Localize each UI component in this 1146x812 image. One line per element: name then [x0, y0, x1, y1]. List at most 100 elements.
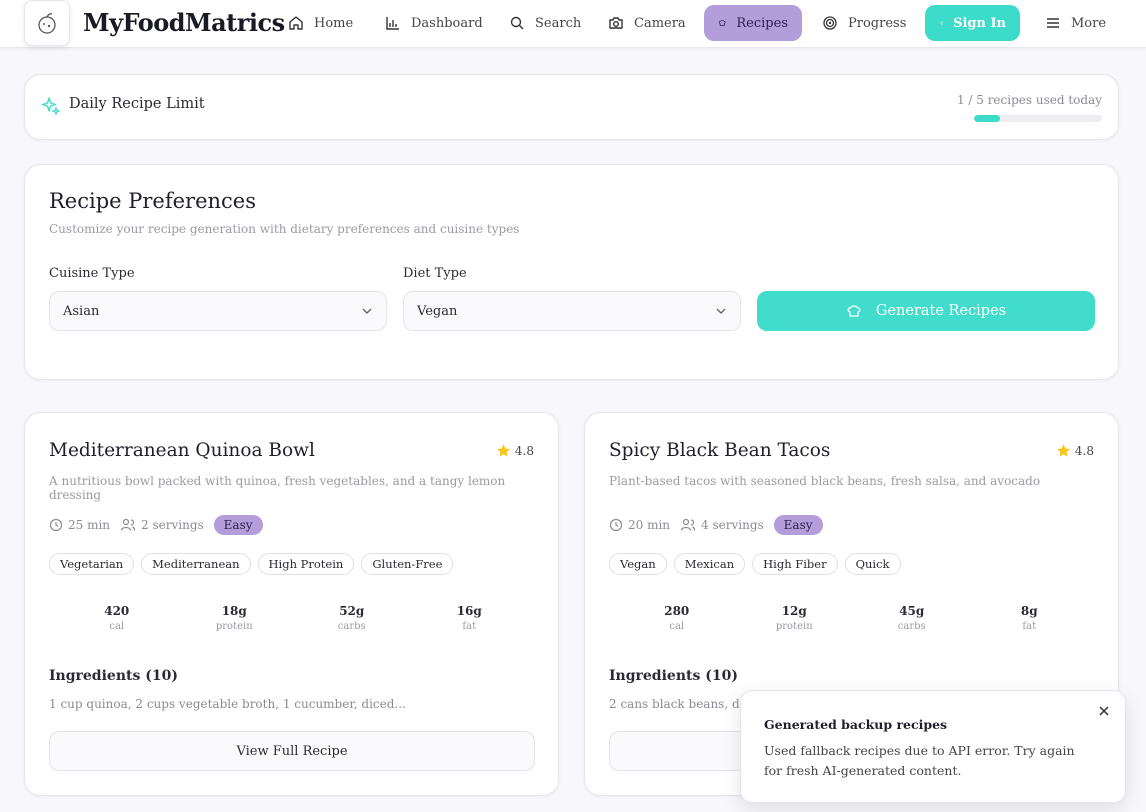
nav-recipes[interactable]: Recipes: [704, 5, 802, 41]
nutrition-value: 8g: [1020, 604, 1038, 618]
servings-value: 2 servings: [141, 518, 204, 532]
nav-camera[interactable]: Camera: [594, 5, 700, 41]
recipe-tag: Mediterranean: [141, 553, 251, 575]
toast-title: Generated backup recipes: [764, 717, 948, 732]
nav-recipes-label: Recipes: [736, 15, 788, 31]
clock-icon: [49, 518, 63, 532]
nav-camera-label: Camera: [634, 15, 686, 31]
nav-search-label: Search: [535, 15, 582, 31]
usage-progress-bar: [974, 115, 1102, 122]
difficulty-badge: Easy: [773, 515, 823, 535]
toast-message: Used fallback recipes due to API error. …: [764, 743, 1075, 778]
preferences-subtitle: Customize your recipe generation with di…: [49, 222, 520, 236]
difficulty-badge: Easy: [213, 515, 263, 535]
nutrition-value: 16g: [456, 604, 482, 618]
recipe-card: Mediterranean Quinoa Bowl 4.8 A nutritio…: [24, 412, 559, 796]
nav-progress-label: Progress: [848, 15, 907, 31]
recipes-used-text: 1 / 5 recipes used today: [956, 93, 1102, 107]
recipe-description: A nutritious bowl packed with quinoa, fr…: [49, 474, 506, 502]
nav-progress[interactable]: Progress: [808, 5, 920, 41]
recipe-meta: 20 min 4 servings Easy: [609, 515, 823, 535]
nav-more[interactable]: More: [1031, 5, 1120, 41]
nutrition-value: 12g: [781, 604, 807, 618]
target-icon: [823, 16, 837, 30]
nutrition-label: cal: [669, 621, 685, 632]
view-full-recipe-button[interactable]: View Full Recipe: [49, 731, 535, 771]
login-icon: [939, 21, 943, 25]
recipe-tags: Vegan Mexican High Fiber Quick: [609, 553, 901, 575]
users-icon: [680, 518, 696, 531]
users-icon: [120, 518, 136, 531]
cook-time-value: 20 min: [628, 518, 671, 532]
camera-icon: [609, 17, 623, 29]
recipe-rating: 4.8: [1056, 443, 1094, 458]
ingredients-title: Ingredients (10): [609, 668, 738, 684]
nav-dashboard-label: Dashboard: [411, 15, 483, 31]
nutrition-carbs: 52g carbs: [293, 604, 411, 632]
nutrition-label: protein: [215, 621, 253, 632]
nav-home[interactable]: Home: [274, 5, 367, 41]
recipe-meta: 25 min 2 servings Easy: [49, 515, 263, 535]
search-icon: [510, 16, 524, 30]
nutrition-label: fat: [1022, 621, 1037, 632]
chef-hat-icon: [847, 305, 861, 317]
nutrition-value: 52g: [339, 604, 365, 618]
cook-time: 20 min: [609, 518, 670, 532]
recipe-tag: Vegetarian: [49, 553, 135, 575]
menu-icon: [1047, 18, 1059, 28]
nutrition-calories: 280 cal: [618, 604, 736, 632]
diet-type-label: Diet Type: [403, 266, 467, 281]
servings: 4 servings: [680, 518, 764, 532]
nutrition-label: protein: [775, 621, 813, 632]
app-logo[interactable]: [24, 0, 70, 46]
home-icon: [289, 16, 303, 30]
ingredients-title: Ingredients (10): [49, 668, 178, 684]
nav-dashboard[interactable]: Dashboard: [371, 5, 497, 41]
nutrition-summary: 420 cal 18g protein 52g carbs 16g fat: [58, 604, 528, 632]
cook-time: 25 min: [49, 518, 110, 532]
close-icon[interactable]: [1097, 704, 1111, 718]
cook-time-value: 25 min: [68, 518, 111, 532]
recipe-preferences-card: Recipe Preferences Customize your recipe…: [24, 164, 1119, 380]
nutrition-fat: 8g fat: [971, 604, 1089, 632]
chef-hat-icon: [718, 20, 726, 26]
rating-value: 4.8: [514, 443, 534, 458]
daily-limit-card: Daily Recipe Limit 1 / 5 recipes used to…: [24, 74, 1119, 140]
sign-in-button[interactable]: Sign In: [925, 5, 1020, 41]
nutrition-value: 280: [664, 604, 690, 618]
recipe-tag: High Protein: [257, 553, 355, 575]
clock-icon: [609, 518, 623, 532]
cuisine-type-label: Cuisine Type: [49, 266, 135, 281]
star-icon: [1056, 443, 1070, 457]
nutrition-summary: 280 cal 12g protein 45g carbs 8g fat: [618, 604, 1088, 632]
chevron-down-icon: [362, 308, 372, 314]
nav-search[interactable]: Search: [495, 5, 595, 41]
nutrition-label: fat: [462, 621, 477, 632]
servings-value: 4 servings: [701, 518, 764, 532]
nutrition-protein: 12g protein: [736, 604, 854, 632]
ingredients-preview: 1 cup quinoa, 2 cups vegetable broth, 1 …: [49, 697, 406, 711]
chevron-down-icon: [716, 308, 726, 314]
recipe-rating: 4.8: [496, 443, 534, 458]
rating-value: 4.8: [1074, 443, 1094, 458]
generate-recipes-label: Generate Recipes: [875, 303, 1007, 319]
recipe-title: Spicy Black Bean Tacos: [609, 440, 831, 461]
brand-name[interactable]: MyFoodMatrics: [83, 8, 285, 37]
generate-recipes-button[interactable]: Generate Recipes: [757, 291, 1095, 331]
nav-more-label: More: [1071, 15, 1107, 31]
diet-type-value: Vegan: [417, 303, 458, 319]
recipe-tag: Gluten-Free: [361, 553, 454, 575]
bar-chart-icon: [386, 17, 399, 30]
cuisine-type-value: Asian: [63, 303, 100, 319]
nutrition-value: 18g: [221, 604, 247, 618]
star-icon: [496, 443, 510, 457]
nutrition-protein: 18g protein: [176, 604, 294, 632]
sparkles-icon: [41, 97, 61, 116]
apple-logo-icon: [38, 13, 56, 34]
recipe-tag: High Fiber: [752, 553, 838, 575]
recipe-tags: Vegetarian Mediterranean High Protein Gl…: [49, 553, 454, 575]
diet-type-select[interactable]: Vegan: [403, 291, 741, 331]
cuisine-type-select[interactable]: Asian: [49, 291, 387, 331]
nutrition-fat: 16g fat: [411, 604, 529, 632]
preferences-title: Recipe Preferences: [49, 189, 257, 213]
